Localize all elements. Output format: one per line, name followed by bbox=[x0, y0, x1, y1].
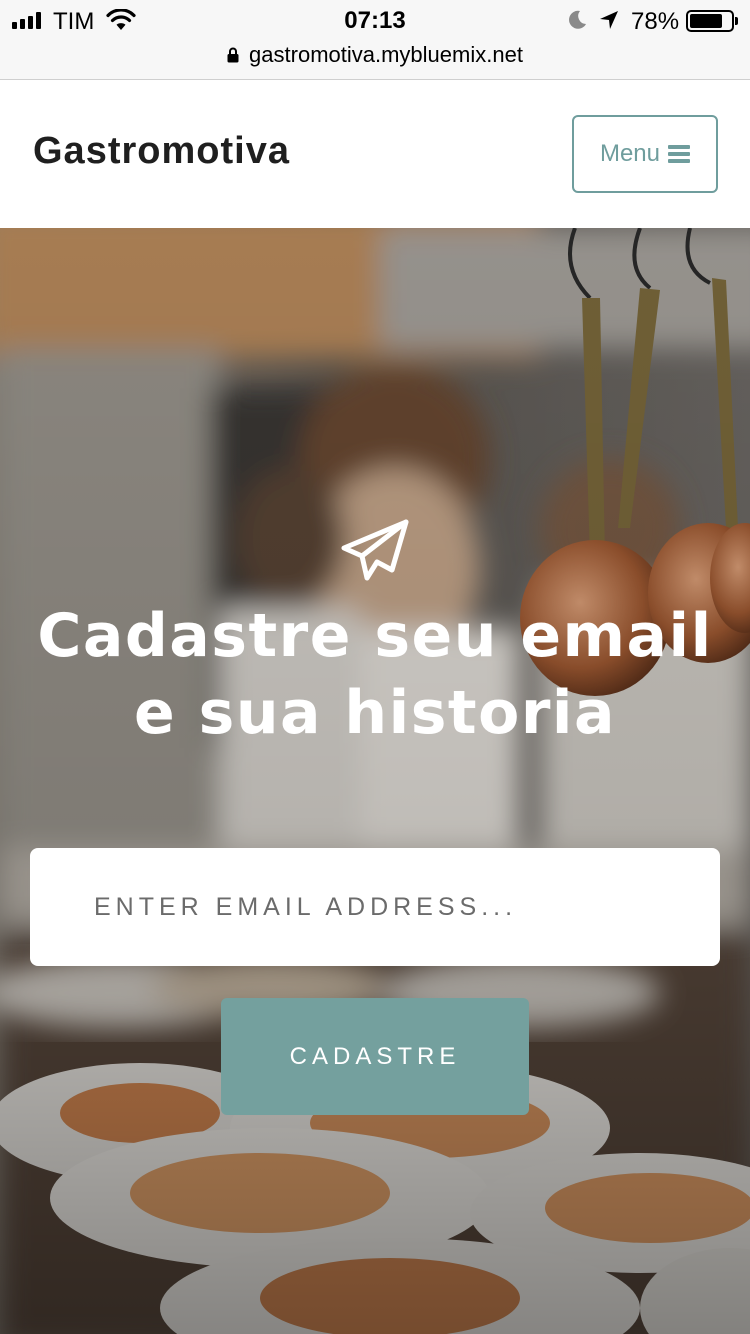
url-bar[interactable]: gastromotiva.mybluemix.net bbox=[0, 40, 750, 70]
hero-section: Cadastre seu email e sua historia CADAST… bbox=[0, 228, 750, 1334]
hamburger-icon bbox=[668, 145, 691, 163]
url-text: gastromotiva.mybluemix.net bbox=[249, 42, 523, 67]
battery-percent: 78% bbox=[631, 8, 680, 35]
cadastre-button[interactable]: CADASTRE bbox=[221, 998, 529, 1115]
status-bar: TIM 07:13 78% gastromotiva.mybluemix.net bbox=[0, 0, 750, 80]
menu-label: Menu bbox=[599, 140, 661, 167]
location-arrow-icon bbox=[600, 11, 618, 29]
moon-icon bbox=[569, 10, 586, 29]
paper-plane-icon bbox=[341, 519, 409, 581]
brand-logo[interactable]: Gastromotiva bbox=[33, 130, 290, 173]
menu-button[interactable]: Menu bbox=[572, 115, 718, 193]
hero-headline: Cadastre seu email e sua historia bbox=[37, 601, 713, 748]
email-input[interactable] bbox=[30, 848, 720, 966]
battery-icon bbox=[686, 10, 738, 32]
site-navbar: Gastromotiva Menu bbox=[0, 80, 750, 228]
lock-icon bbox=[227, 47, 239, 63]
